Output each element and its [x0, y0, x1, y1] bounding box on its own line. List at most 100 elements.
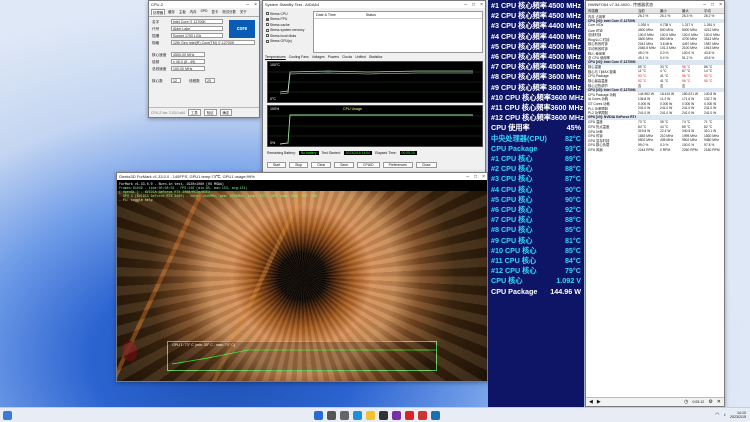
stress-tab[interactable]: Voltages [312, 55, 325, 59]
cpuz-app-icon[interactable] [392, 410, 401, 420]
cpuz-version: CPU-Z Ver. 2.03.0.x64 [151, 110, 185, 115]
hwinfo-close-icon[interactable]: ✕ [717, 399, 721, 405]
sensor-name: CPU [#0]: Intel Core i7-12700K [588, 18, 636, 23]
cpuz-window[interactable]: CPU-Z – × 处理器 缓存 主板 内存 SPD 显卡 测试分数 关于 名字 Intel C… [148, 0, 260, 118]
stress-tab[interactable]: Unified [355, 55, 366, 59]
hwinfo-col-header[interactable]: 最小 [658, 8, 680, 13]
maximize-icon[interactable]: □ [474, 174, 477, 180]
aida64-stability-window[interactable]: System Stability Test - AIDA64 – □ × Stres… [262, 0, 486, 173]
hwinfo-sensor-row[interactable]: 核心与 TjMAX 距离 11 °C 4 °C 67 °C 14 °C [586, 69, 724, 73]
edge-icon[interactable] [353, 410, 362, 420]
stress-start-button[interactable]: Start [267, 162, 287, 168]
stress-tab[interactable]: Statistics [369, 55, 383, 59]
stress-tab[interactable]: Clocks [342, 55, 352, 59]
store-icon[interactable] [379, 410, 388, 420]
close-icon[interactable]: × [254, 2, 257, 8]
minimize-icon[interactable]: – [703, 2, 706, 8]
hwinfo-settings-icon[interactable]: ⚙ [708, 399, 712, 405]
cpuz-tab[interactable]: 主板 [178, 9, 187, 15]
aida64-titlebar[interactable]: System Stability Test - AIDA64 – □ × [263, 1, 485, 8]
stress-checkbox[interactable] [266, 12, 269, 16]
gpu-graph-label: GPU 1: 73° C (min: 35° C - max: 74° C) [172, 343, 236, 347]
cpuz-tab[interactable]: SPD [200, 9, 209, 15]
hwinfo-col-header[interactable]: 平均 [702, 8, 724, 13]
minimize-icon[interactable]: – [466, 174, 469, 180]
explorer-icon[interactable] [366, 410, 375, 420]
cpuz-tab[interactable]: 缓存 [167, 9, 176, 15]
widgets-icon[interactable] [3, 410, 12, 420]
stress-tab[interactable]: Cooling Fans [289, 55, 309, 59]
furmark-app-icon[interactable] [405, 410, 414, 420]
sensor-value: 4700 MHz [682, 37, 698, 42]
hwinfo-sensor-row[interactable]: 内存 占用率 26.2 % 26.1 % 26.3 % 26.2 % [586, 14, 724, 18]
hwinfo-sensor-list[interactable]: 内存 占用率 26.2 % 26.1 % 26.3 % 26.2 % CPU [#0]: … [586, 14, 724, 152]
stress-tab[interactable]: Temperatures [265, 55, 286, 59]
hwinfo-sensor-row[interactable]: PL2 功率限制 241.0 W 241.0 W 241.0 W 241.0 W [586, 110, 724, 115]
hwinfo-col-header[interactable]: 传感器 [586, 8, 636, 13]
wifi-icon[interactable]: ◠ [715, 412, 719, 418]
hwinfo-col-header[interactable]: 当前 [636, 8, 658, 13]
cpu-usage-graph: CPU Usage 100% 0% [267, 105, 483, 147]
cpuz-tab[interactable]: 关于 [239, 9, 248, 15]
cpuz-titlebar[interactable]: CPU-Z – × [149, 1, 259, 8]
osd-value: 4400 MHz [548, 21, 581, 31]
hwinfo-app-icon[interactable] [431, 410, 440, 420]
sensor-value: 否 [660, 83, 664, 88]
volume-icon[interactable]: ♪ [724, 412, 727, 418]
cpuz-tools-button[interactable]: 工具 [187, 109, 201, 116]
cpuz-bus-value: 100.00 MHz [173, 67, 193, 71]
cpuz-ok-button[interactable]: 确定 [219, 109, 233, 116]
sensor-value: 0.4 % [660, 55, 669, 60]
hwinfo-sensor-row[interactable]: GPU 风扇 2244 RPM 0 RPM 2260 RPM 2180 RPM [586, 147, 724, 152]
aida64-app-icon[interactable] [418, 410, 427, 420]
furry-background [117, 191, 487, 381]
search-icon[interactable] [327, 410, 336, 420]
hwinfo-sensors-window[interactable]: HWiNFO64 v7.34-4920 - 传感器状态 – □ × 传感器 当前 最小最… [585, 0, 725, 407]
cpuz-validate-button[interactable]: 验证 [203, 109, 217, 116]
maximize-icon[interactable]: □ [711, 2, 714, 8]
stress-checkbox[interactable] [266, 17, 269, 21]
osd-row: #5 CPU 核心頻率 4500 MHz [491, 42, 581, 52]
hwinfo-prev-icon[interactable]: ◀ [589, 399, 593, 405]
hwinfo-titlebar[interactable]: HWiNFO64 v7.34-4920 - 传感器状态 – □ × [586, 1, 724, 8]
stress-checkbox[interactable] [266, 34, 269, 38]
stress-checkbox[interactable] [266, 39, 269, 43]
stress-close-button[interactable]: Close [415, 162, 437, 168]
stress-tab[interactable]: Powers [328, 55, 339, 59]
stress-preferences-button[interactable]: Preferences [382, 162, 413, 168]
stress-save-button[interactable]: Save [334, 162, 354, 168]
furmark-titlebar[interactable]: Geeks3D FurMark v1.33.0.0 - 146FPS, GPU1… [117, 173, 487, 180]
osd-value: 79°C [564, 266, 581, 276]
osd-value: 1.092 V [556, 276, 581, 286]
hwinfo-col-header[interactable]: 最大 [680, 8, 702, 13]
sensor-value: 0.000 W [682, 101, 695, 106]
sensor-value: 71 °C [704, 119, 713, 124]
stress-clear-button[interactable]: Clear [311, 162, 332, 168]
cpuz-tab[interactable]: 处理器 [151, 9, 166, 15]
maximize-icon[interactable]: □ [472, 2, 475, 8]
close-icon[interactable]: × [719, 2, 722, 8]
cpuz-tab[interactable]: 测试分数 [221, 9, 237, 15]
sensor-value: 310.1 W [704, 129, 717, 134]
stress-check-item[interactable]: Stress system memory [266, 28, 310, 34]
furmark-window[interactable]: Geeks3D FurMark v1.33.0.0 - 146FPS, GPU1… [116, 172, 488, 382]
stress-check-item[interactable]: Stress GPU(s) [266, 39, 310, 45]
hwinfo-next-icon[interactable]: ▶ [597, 399, 601, 405]
osd-label: CPU 核心 [491, 276, 523, 286]
osd-label: #7 CPU 核心 [491, 215, 533, 225]
start-icon[interactable] [314, 410, 323, 420]
taskview-icon[interactable] [340, 410, 349, 420]
cpuz-tab[interactable]: 显卡 [211, 9, 220, 15]
cpuz-tab[interactable]: 内存 [189, 9, 198, 15]
minimize-icon[interactable]: – [246, 2, 249, 8]
stress-checkbox[interactable] [266, 28, 269, 32]
close-icon[interactable]: × [482, 174, 485, 180]
stress-checkbox[interactable] [266, 23, 269, 27]
sensor-value: 2041 MHz [638, 41, 654, 46]
hwinfo-sensor-row[interactable]: 总 CPU 使用率 45.1 % 0.4 % 51.2 % 43.6 % [586, 55, 724, 60]
taskbar-date[interactable]: 2023/2/15 [730, 415, 746, 419]
stress-cpuid-button[interactable]: CPUID [357, 162, 380, 168]
minimize-icon[interactable]: – [464, 2, 467, 8]
stress-stop-button[interactable]: Stop [289, 162, 309, 168]
close-icon[interactable]: × [480, 2, 483, 8]
